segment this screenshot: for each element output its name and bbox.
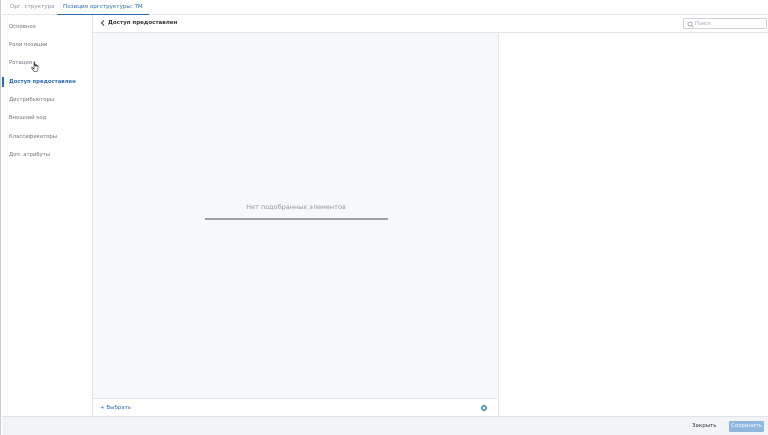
panel-footer: + Выбрать: [93, 398, 499, 416]
app-window: Орг. структура Позиция оргструктуры: ТМ …: [0, 0, 768, 435]
content-header: Доступ предоставлен: [93, 15, 768, 33]
search-box[interactable]: [683, 18, 767, 29]
sidebar: Основное Роли позиции Ротация Доступ пре…: [2, 15, 93, 416]
page-title: Доступ предоставлен: [108, 20, 178, 26]
bottom-bar: Закрыть Сохранить: [2, 416, 768, 435]
sidebar-item-rotation[interactable]: Ротация: [2, 58, 93, 68]
hand-cursor-icon: [31, 61, 39, 73]
sidebar-item-extra-attributes[interactable]: Доп. атрибуты: [2, 150, 93, 160]
sidebar-item-access[interactable]: Доступ предоставлен: [2, 77, 93, 87]
sidebar-item-classifiers[interactable]: Классификаторы: [2, 132, 93, 142]
top-tabs: Орг. структура Позиция оргструктуры: ТМ: [2, 0, 768, 15]
tab-org-structure[interactable]: Орг. структура: [4, 0, 61, 15]
select-button[interactable]: + Выбрать: [100, 399, 131, 417]
sidebar-item-external-code[interactable]: Внешний код: [2, 113, 93, 123]
search-input[interactable]: [695, 19, 765, 28]
empty-state-text: Нет подобранных элементов: [246, 203, 346, 211]
gear-icon[interactable]: [480, 404, 488, 412]
sidebar-item-roles[interactable]: Роли позиции: [2, 40, 93, 50]
close-button[interactable]: Закрыть: [692, 421, 717, 432]
sidebar-item-main[interactable]: Основное: [2, 22, 93, 32]
selected-items-panel: Нет подобранных элементов: [93, 33, 499, 398]
back-arrow-icon[interactable]: [98, 18, 108, 28]
sidebar-item-distributors[interactable]: Дистрибьюторы: [2, 95, 93, 105]
details-panel: [500, 33, 768, 416]
tab-position[interactable]: Позиция оргструктуры: ТМ: [57, 0, 149, 15]
save-button[interactable]: Сохранить: [729, 421, 764, 432]
search-icon: [687, 21, 694, 28]
empty-state-divider: [205, 218, 388, 220]
